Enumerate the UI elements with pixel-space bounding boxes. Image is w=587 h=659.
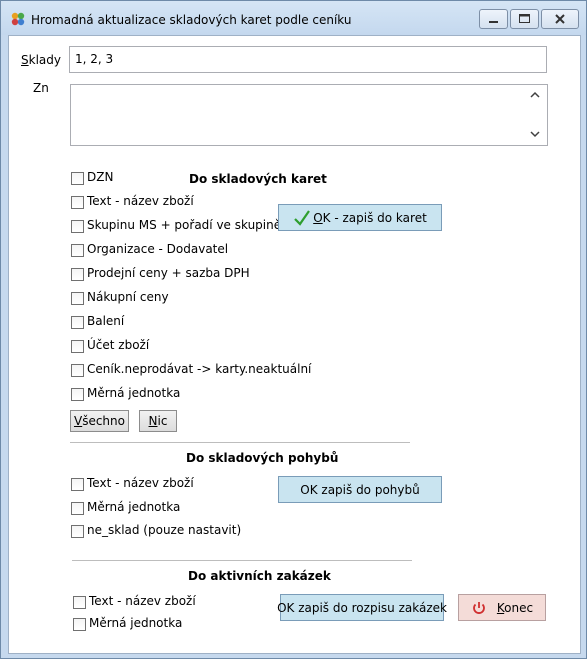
minimize-button[interactable] — [479, 9, 508, 29]
checkbox-label[interactable]: Text - název zboží — [87, 476, 194, 490]
close-icon — [555, 14, 565, 24]
zakazek-heading: Do aktivních zakázek — [188, 569, 331, 583]
checkbox-label[interactable]: ne_sklad (pouze nastavit) — [87, 523, 241, 537]
select-none-button[interactable]: Nic — [139, 410, 177, 432]
checkbox[interactable] — [71, 220, 84, 233]
checkbox-label[interactable]: Text - název zboží — [87, 194, 194, 208]
title-bar[interactable]: Hromadná aktualizace skladových karet po… — [1, 1, 586, 35]
checkbox[interactable] — [71, 525, 84, 538]
checkbox[interactable] — [71, 478, 84, 491]
ok-pohybu-button[interactable]: OK zapiš do pohybů — [278, 476, 442, 503]
checkbox[interactable] — [71, 268, 84, 281]
clover-app-icon — [11, 12, 25, 26]
checkbox-label[interactable]: Měrná jednotka — [89, 616, 182, 630]
checkbox-label[interactable]: Skupinu MS + pořadí ve skupině — [87, 218, 281, 232]
pohybu-heading: Do skladových pohybů — [186, 451, 339, 465]
checkbox-label[interactable]: DZN — [87, 170, 113, 184]
maximize-icon — [519, 14, 530, 23]
window-title: Hromadná aktualizace skladových karet po… — [31, 13, 352, 27]
zn-label: Zn — [33, 81, 49, 95]
checkbox-label[interactable]: Měrná jednotka — [87, 386, 180, 400]
checkbox-label[interactable]: Prodejní ceny + sazba DPH — [87, 266, 250, 280]
checkbox-label[interactable]: Organizace - Dodavatel — [87, 242, 228, 256]
checkbox-label[interactable]: Ceník.neprodávat -> karty.neaktuální — [87, 362, 311, 376]
checkbox[interactable] — [71, 172, 84, 185]
checkbox[interactable] — [71, 244, 84, 257]
minimize-icon — [489, 21, 498, 23]
scroll-down-icon[interactable] — [530, 130, 540, 138]
sklady-label: Sklady — [21, 53, 61, 67]
dialog-body: Sklady 1, 2, 3 Zn Do skladových karet DZ… — [8, 35, 581, 654]
checkbox-label[interactable]: Účet zboží — [87, 338, 149, 352]
checkbox-label[interactable]: Nákupní ceny — [87, 290, 169, 304]
checkbox[interactable] — [71, 388, 84, 401]
divider-2 — [72, 560, 412, 561]
checkbox[interactable] — [73, 618, 86, 631]
checkbox[interactable] — [71, 196, 84, 209]
app-window: Hromadná aktualizace skladových karet po… — [0, 0, 587, 659]
checkbox[interactable] — [71, 316, 84, 329]
divider-1 — [70, 442, 410, 443]
close-window-button[interactable] — [541, 9, 579, 29]
checkbox-label[interactable]: Měrná jednotka — [87, 500, 180, 514]
zn-textarea[interactable] — [70, 84, 548, 146]
ok-zakazek-button[interactable]: OK zapiš do rozpisu zakázek — [277, 594, 447, 621]
maximize-button[interactable] — [510, 9, 539, 29]
sklady-field[interactable]: 1, 2, 3 — [69, 46, 547, 73]
checkmark-icon — [294, 209, 311, 226]
sklady-value: 1, 2, 3 — [75, 52, 114, 66]
konec-button[interactable]: Konec — [458, 594, 546, 621]
power-icon — [473, 601, 485, 614]
karet-heading: Do skladových karet — [189, 172, 327, 186]
checkbox[interactable] — [71, 364, 84, 377]
checkbox-label[interactable]: Balení — [87, 314, 124, 328]
ok-karet-button[interactable]: OK - zapiš do karet — [278, 204, 442, 231]
checkbox[interactable] — [71, 501, 84, 515]
checkbox[interactable] — [71, 340, 84, 353]
select-all-button[interactable]: Všechno — [70, 410, 129, 432]
scroll-up-icon[interactable] — [530, 91, 540, 99]
checkbox-label[interactable]: Text - název zboží — [89, 594, 196, 608]
checkbox[interactable] — [73, 596, 86, 609]
checkbox[interactable] — [71, 292, 84, 305]
